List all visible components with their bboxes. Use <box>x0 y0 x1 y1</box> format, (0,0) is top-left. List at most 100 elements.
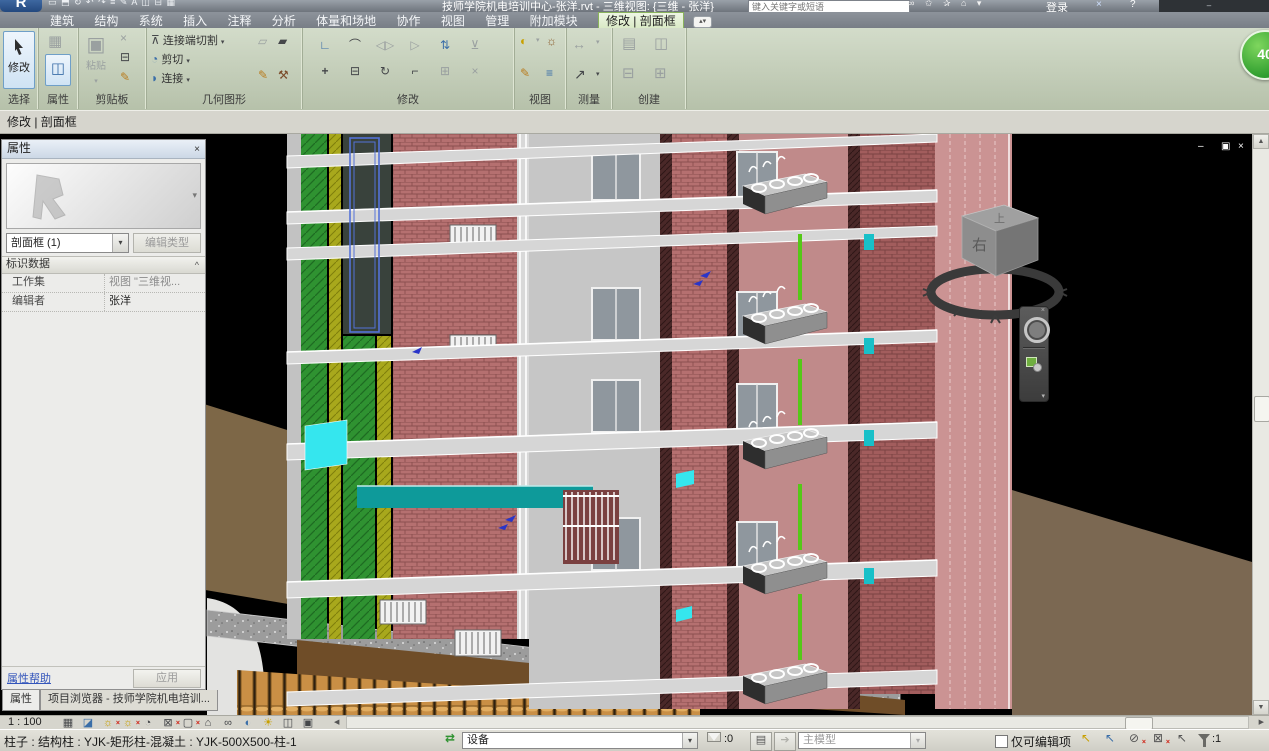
view-scale-button[interactable]: 1 : 100 <box>8 716 42 729</box>
param-row-workset[interactable]: 工作集 视图 "三维视... <box>2 274 205 293</box>
family-types-icon[interactable]: ▦ <box>48 32 62 50</box>
tab-manage[interactable]: 管理 <box>485 13 509 29</box>
delete-icon[interactable]: × <box>460 58 490 84</box>
design-option-dropdown[interactable]: 主模型 ▾ <box>798 732 926 749</box>
panel-measure-label[interactable]: 测量 <box>566 91 612 107</box>
navbar-more-icon[interactable]: ▾ <box>1041 392 1045 400</box>
palette-title-bar[interactable]: 属性 × <box>2 140 205 159</box>
rotate-icon[interactable]: ↻ <box>370 58 400 84</box>
active-workset-dropdown[interactable]: 设备 ▾ <box>462 732 698 749</box>
measure-icon[interactable]: ↗ <box>574 66 586 83</box>
view-window-controls[interactable]: – <box>1198 141 1213 152</box>
identity-data-group-header[interactable]: 标识数据 ^ <box>2 256 205 274</box>
editable-only-checkbox[interactable] <box>995 735 1008 748</box>
panel-modify-label[interactable]: 修改 <box>302 91 514 107</box>
mirror-pick-icon[interactable]: ◁▷ <box>370 32 400 58</box>
select-links-icon[interactable]: ↖ <box>1100 731 1120 745</box>
reveal-constraints-icon[interactable]: ▣ <box>298 716 318 730</box>
temporary-view-properties-icon[interactable]: ◫ <box>278 716 298 730</box>
scroll-right-button[interactable]: ▶ <box>1259 718 1264 726</box>
view-restore-icon[interactable]: ▣ <box>1221 141 1230 152</box>
select-by-face-icon[interactable]: ↖ <box>1172 731 1192 745</box>
steering-wheel-icon[interactable] <box>1024 317 1050 343</box>
viewcube[interactable]: 上 右 <box>910 192 1080 332</box>
mirror-axis-icon[interactable]: ▷ <box>400 32 430 58</box>
locked-orientation-icon[interactable]: ⌂ <box>198 716 218 730</box>
tab-properties-palette[interactable]: 属性 <box>2 690 40 711</box>
tab-massing-site[interactable]: 体量和场地 <box>316 13 376 29</box>
tab-structure[interactable]: 结构 <box>94 13 118 29</box>
tab-view[interactable]: 视图 <box>441 13 465 29</box>
navigation-bar[interactable]: × ▾ <box>1019 306 1049 402</box>
param-value[interactable]: 张洋 <box>105 293 205 311</box>
worksharing-display-icon[interactable]: ☀ <box>258 716 278 730</box>
properties-help-link[interactable]: 属性帮助 <box>7 670 51 686</box>
press-drag-icon[interactable]: ↖ <box>1076 731 1096 745</box>
create-parts-icon[interactable]: ⊟ <box>622 64 635 82</box>
paste-button[interactable]: ▣ 粘贴 ▾ <box>83 32 109 86</box>
tab-collaborate[interactable]: 协作 <box>397 13 421 29</box>
copy-tool-icon[interactable]: ⊟ <box>340 58 370 84</box>
quick-access-toolbar[interactable]: ▭ ⬒ ↻ ↶ ↷ ≡ ✎ A ◫ ⊟ ▦ <box>48 0 176 8</box>
hidden-lines-icon[interactable]: ≡ <box>546 66 553 80</box>
wall-opening-icon[interactable]: ▰ <box>278 34 287 48</box>
search-input[interactable] <box>748 0 910 12</box>
trim-icon[interactable]: ⌐ <box>400 58 430 84</box>
sign-in-button[interactable]: 登录 <box>1046 0 1068 12</box>
panel-select-label[interactable]: 选择 <box>0 91 38 107</box>
render-icon[interactable]: ☼ <box>546 34 557 48</box>
create-group-icon[interactable]: ▤ <box>622 34 636 52</box>
tab-insert[interactable]: 插入 <box>183 13 207 29</box>
rendering-dialog-icon[interactable]: ◔ <box>138 716 158 730</box>
panel-clipboard-label[interactable]: 剪贴板 <box>78 91 146 107</box>
select-pinned-icon[interactable]: ⊠× <box>1148 731 1168 745</box>
panel-properties-label[interactable]: 属性 <box>38 91 78 107</box>
param-value[interactable]: 视图 "三维视... <box>105 274 205 292</box>
modify-tool-button[interactable]: 修改 <box>3 31 35 89</box>
demolish-hammer-icon[interactable]: ⚒ <box>278 68 289 82</box>
tab-annotate[interactable]: 注释 <box>227 13 251 29</box>
navbar-close-icon[interactable]: × <box>1041 307 1045 314</box>
create-similar-icon[interactable]: ⊞ <box>654 64 667 82</box>
ribbon-collapse-button[interactable]: ▴▾ <box>693 16 712 28</box>
tab-project-browser[interactable]: 项目浏览器 - 技师学院机电培训... <box>40 690 218 711</box>
pin-icon[interactable]: ⊻ <box>460 32 490 58</box>
array-icon[interactable]: ⊞ <box>430 58 460 84</box>
param-row-edited-by[interactable]: 编辑者 张洋 <box>2 293 205 312</box>
sun-path-icon[interactable]: ☼× <box>98 716 118 730</box>
edit-type-button[interactable]: 编辑类型 <box>133 233 201 253</box>
tab-systems[interactable]: 系统 <box>139 13 163 29</box>
crop-view-icon[interactable]: ⊠× <box>158 716 178 730</box>
tab-architecture[interactable]: 建筑 <box>50 13 74 29</box>
match-type-brush-icon[interactable]: ✎ <box>120 70 130 84</box>
panel-view-label[interactable]: 视图 <box>514 91 566 107</box>
design-option-pick-button[interactable]: ➔ <box>774 732 796 751</box>
cut-icon[interactable]: × <box>120 31 127 45</box>
move-icon[interactable]: + <box>310 58 340 84</box>
vertical-scroll-thumb[interactable] <box>1254 396 1269 422</box>
scroll-down-button[interactable]: ▼ <box>1253 700 1269 715</box>
copy-icon[interactable]: ⊟ <box>120 50 130 64</box>
beam-cope-icon[interactable]: ▱ <box>258 34 267 48</box>
editing-requests-icon[interactable] <box>708 733 720 741</box>
create-assembly-icon[interactable]: ◫ <box>654 34 668 52</box>
type-preview-combo[interactable]: ▾ <box>6 163 201 229</box>
panel-create-label[interactable]: 创建 <box>612 91 686 107</box>
exchange-apps-icon[interactable]: × <box>1096 0 1102 10</box>
tab-addins[interactable]: 附加模块 <box>530 13 578 29</box>
reveal-hidden-icon[interactable]: ◐ <box>238 716 258 730</box>
infocenter-icons[interactable]: ∞ ✩ ✰ ⌂ ▾ <box>908 0 985 9</box>
view-close-icon[interactable]: × <box>1238 141 1244 152</box>
detail-level-icon[interactable]: ▦ <box>58 716 78 730</box>
crop-region-icon[interactable]: ▢× <box>178 716 198 730</box>
panel-geometry-label[interactable]: 几何图形 <box>146 91 302 107</box>
offset-icon[interactable]: ⌒ <box>340 32 370 58</box>
tab-analyze[interactable]: 分析 <box>272 13 296 29</box>
visual-style-icon[interactable]: ◪ <box>78 716 98 730</box>
join-end-cut-item[interactable]: ⊼ 连接端切割 ▾ <box>151 32 224 51</box>
worksharing-panel-button[interactable]: ▤ <box>750 732 772 751</box>
cut-geometry-item[interactable]: ◔ 剪切 ▾ <box>151 51 224 70</box>
horizontal-scrollbar[interactable] <box>346 716 1249 729</box>
filter-icon[interactable] <box>1198 734 1210 741</box>
join-geometry-item[interactable]: ◗ 连接 ▾ <box>151 70 224 89</box>
